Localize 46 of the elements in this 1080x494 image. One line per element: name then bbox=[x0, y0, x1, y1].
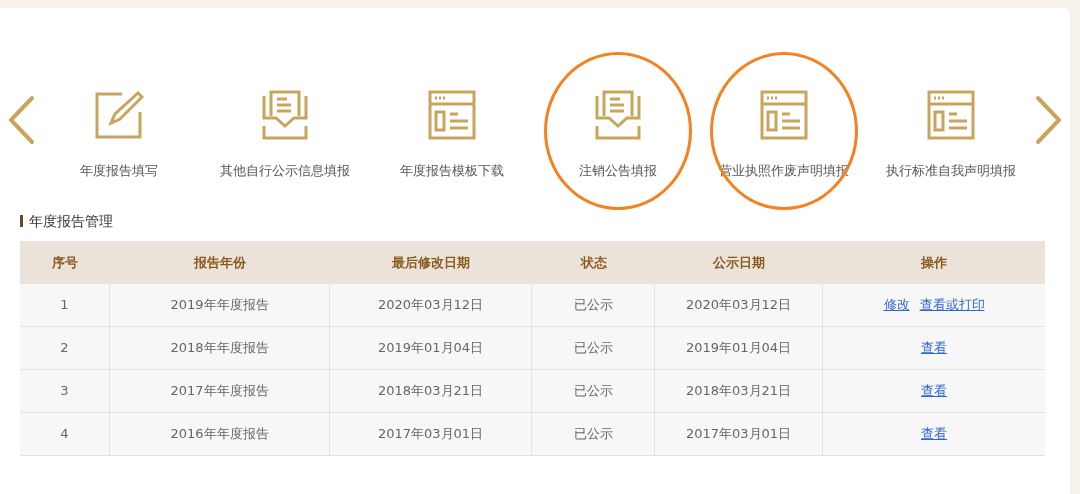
table-cell: 2019年01月04日 bbox=[330, 326, 532, 369]
table-cell: 2019年年度报告 bbox=[110, 283, 330, 326]
table-cell: 4 bbox=[20, 412, 110, 455]
column-header: 状态 bbox=[579, 253, 608, 272]
table-cell: 2017年03月01日 bbox=[655, 412, 823, 455]
table-cell: 2018年年度报告 bbox=[110, 326, 330, 369]
service-link[interactable]: 执行标准自我声明填报 bbox=[885, 162, 1016, 181]
service-link[interactable]: 年度报告模板下载 bbox=[399, 162, 504, 181]
table-cell: 2020年03月12日 bbox=[655, 283, 823, 326]
action-link[interactable]: 修改 bbox=[883, 295, 910, 315]
chevron-left-icon[interactable] bbox=[6, 94, 36, 146]
section-title: 年度报告管理 bbox=[29, 211, 113, 231]
column-header: 序号 bbox=[51, 253, 79, 272]
inbox-tray-icon bbox=[261, 90, 310, 140]
layout-icon bbox=[427, 90, 476, 140]
table-cell: 已公示 bbox=[532, 369, 655, 412]
action-link[interactable]: 查看 bbox=[921, 381, 947, 401]
service-link[interactable]: 注销公告填报 bbox=[579, 162, 658, 181]
table-cell: 2016年年度报告 bbox=[110, 412, 330, 455]
table-cell: 已公示 bbox=[532, 412, 655, 455]
table-cell: 已公示 bbox=[532, 326, 655, 369]
table-cell: 2019年01月04日 bbox=[655, 326, 823, 369]
inbox-tray-icon bbox=[594, 90, 643, 140]
layout-icon bbox=[926, 90, 975, 140]
service-link[interactable]: 年度报告填写 bbox=[80, 162, 159, 181]
column-header: 报告年份 bbox=[192, 253, 247, 272]
section-marker bbox=[20, 215, 23, 228]
table-cell: 已公示 bbox=[532, 283, 655, 326]
service-link[interactable]: 其他自行公示信息填报 bbox=[220, 162, 351, 181]
column-header: 最后修改日期 bbox=[391, 253, 471, 272]
table-cell: 2018年03月21日 bbox=[655, 369, 823, 412]
table-cell: 2018年03月21日 bbox=[330, 369, 532, 412]
table-cell: 2017年03月01日 bbox=[330, 412, 532, 455]
table-cell: 2020年03月12日 bbox=[330, 283, 532, 326]
layout-icon bbox=[760, 90, 809, 140]
column-header: 公示日期 bbox=[712, 253, 766, 272]
column-header: 操作 bbox=[920, 253, 948, 272]
chevron-right-icon[interactable] bbox=[1034, 94, 1064, 146]
table-cell: 3 bbox=[20, 369, 110, 412]
table-cell: 2017年年度报告 bbox=[110, 369, 330, 412]
table-cell: 2 bbox=[20, 326, 110, 369]
action-link[interactable]: 查看或打印 bbox=[919, 295, 985, 315]
action-link[interactable]: 查看 bbox=[921, 338, 947, 358]
table-cell: 1 bbox=[20, 283, 110, 326]
edit-icon bbox=[94, 90, 145, 140]
action-link[interactable]: 查看 bbox=[921, 424, 947, 444]
